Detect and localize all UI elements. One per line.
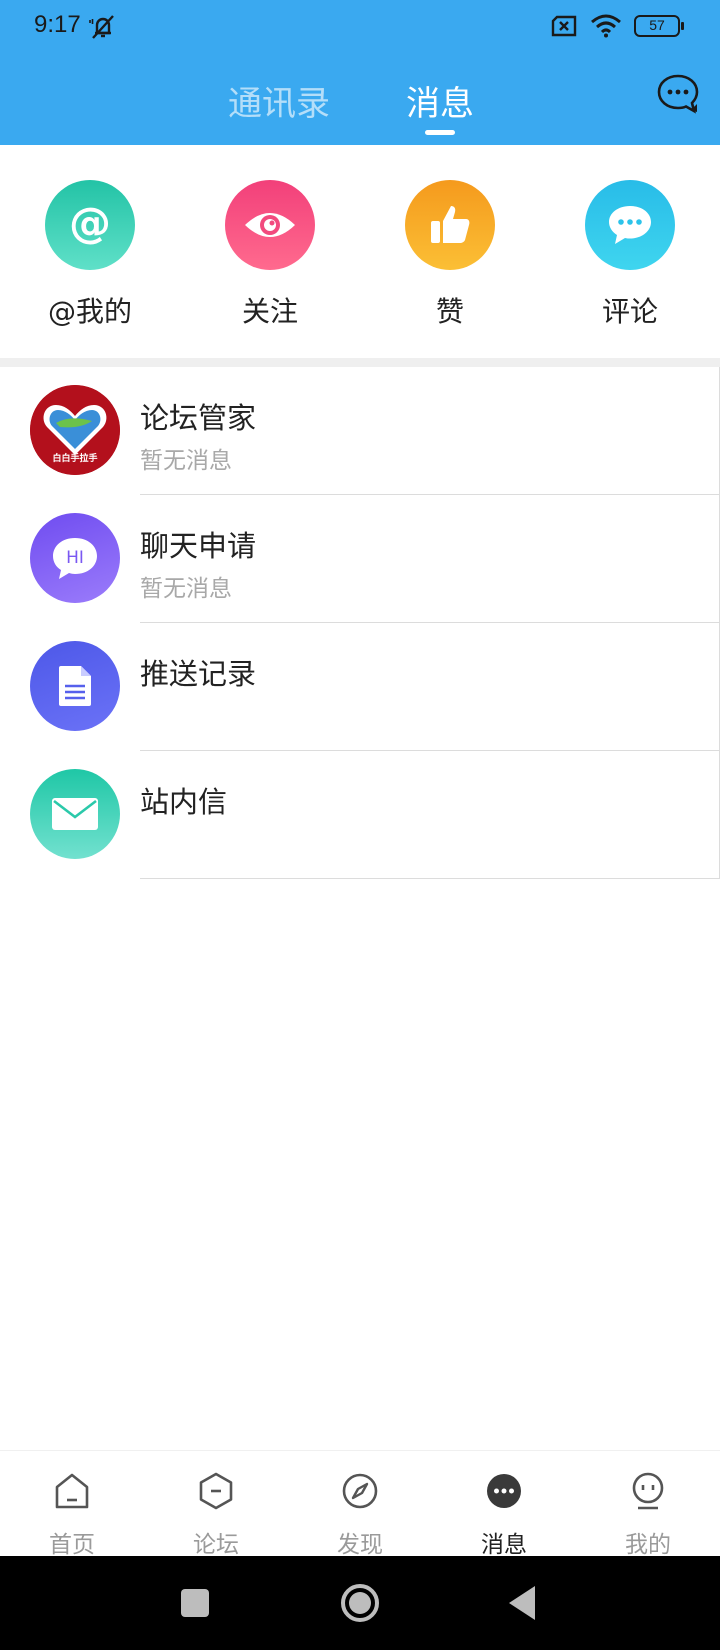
eye-icon xyxy=(225,180,315,270)
list-subtitle-forum-manager: 暂无消息 xyxy=(140,448,232,474)
active-tab-indicator xyxy=(425,130,455,135)
list-item-inbox[interactable]: 站内信 xyxy=(0,751,720,879)
thumbs-up-icon xyxy=(405,180,495,270)
quick-label-follow: 关注 xyxy=(241,295,298,328)
home-button-icon[interactable] xyxy=(339,1582,381,1624)
quick-label-comment: 评论 xyxy=(601,295,658,328)
list-title-push-records: 推送记录 xyxy=(140,657,257,691)
nav-label-discover: 发现 xyxy=(337,1532,383,1558)
profile-icon xyxy=(632,1472,664,1510)
nav-discover[interactable]: 发现 xyxy=(305,1471,415,1559)
wifi-icon xyxy=(591,14,621,38)
message-list: 白白手拉手 论坛管家 暂无消息 HI 聊天申请 暂无消息 推送记录 站内信 xyxy=(0,367,720,879)
messages-screen: 9:17 57 通讯录 消息 @ @我的 关注 赞 评论 白白手拉手 论坛管家 … xyxy=(0,0,720,1650)
heart-logo-icon: 白白手拉手 xyxy=(30,385,120,475)
list-title-forum-manager: 论坛管家 xyxy=(140,401,257,435)
list-item-chat-requests[interactable]: HI 聊天申请 暂无消息 xyxy=(0,495,720,623)
nav-home[interactable]: 首页 xyxy=(17,1471,127,1559)
nav-label-messages: 消息 xyxy=(481,1532,527,1558)
nav-label-profile: 我的 xyxy=(625,1532,671,1558)
section-divider xyxy=(0,358,720,367)
quick-like[interactable]: 赞 xyxy=(380,180,520,330)
quick-entries: @ @我的 关注 赞 评论 xyxy=(0,145,720,358)
chat-avatar-text: HI xyxy=(66,548,84,568)
comment-icon xyxy=(585,180,675,270)
quick-label-like: 赞 xyxy=(435,295,464,328)
list-title-chat-requests: 聊天申请 xyxy=(140,529,257,563)
recent-apps-icon[interactable] xyxy=(174,1582,216,1624)
nav-label-forum: 论坛 xyxy=(193,1532,239,1558)
document-icon xyxy=(30,641,120,731)
start-chat-icon[interactable] xyxy=(656,72,700,116)
status-indicators: 57 xyxy=(550,14,684,38)
back-icon[interactable] xyxy=(503,1582,545,1624)
compass-icon xyxy=(342,1473,378,1509)
home-icon xyxy=(55,1473,89,1509)
nav-forum[interactable]: 论坛 xyxy=(161,1471,271,1559)
chat-bubble-icon: HI xyxy=(30,513,120,603)
app-header: 9:17 57 通讯录 消息 xyxy=(0,0,720,145)
list-item-push-records[interactable]: 推送记录 xyxy=(0,623,720,751)
system-nav-bar xyxy=(0,1556,720,1650)
status-bar: 9:17 57 xyxy=(0,0,720,55)
nav-profile[interactable]: 我的 xyxy=(593,1471,703,1559)
nav-messages[interactable]: 消息 xyxy=(449,1471,559,1559)
battery-indicator: 57 xyxy=(634,15,684,37)
quick-follow[interactable]: 关注 xyxy=(200,180,340,330)
list-title-inbox: 站内信 xyxy=(140,785,228,819)
at-icon: @ xyxy=(45,180,135,270)
list-item-forum-manager[interactable]: 白白手拉手 论坛管家 暂无消息 xyxy=(0,367,720,495)
list-subtitle-chat-requests: 暂无消息 xyxy=(140,576,232,602)
forum-logo-text: 白白手拉手 xyxy=(52,452,97,464)
mute-notification-icon xyxy=(89,15,114,39)
sim-off-icon xyxy=(551,15,577,37)
quick-at-me[interactable]: @ @我的 xyxy=(20,180,160,330)
quick-label-at-me: @我的 xyxy=(47,295,132,328)
quick-comment[interactable]: 评论 xyxy=(560,180,700,330)
mail-icon xyxy=(30,769,120,859)
status-time: 9:17 xyxy=(34,11,81,38)
header-tabs: 通讯录 消息 xyxy=(0,70,720,140)
message-icon xyxy=(487,1474,521,1508)
list-divider xyxy=(140,878,720,879)
bottom-nav: 首页 论坛 发现 消息 我的 xyxy=(0,1450,720,1559)
tab-contacts[interactable]: 通讯录 xyxy=(228,76,330,125)
nav-label-home: 首页 xyxy=(49,1532,95,1558)
forum-icon xyxy=(199,1472,233,1510)
tab-messages[interactable]: 消息 xyxy=(406,76,474,125)
svg-text:@: @ xyxy=(69,200,111,247)
